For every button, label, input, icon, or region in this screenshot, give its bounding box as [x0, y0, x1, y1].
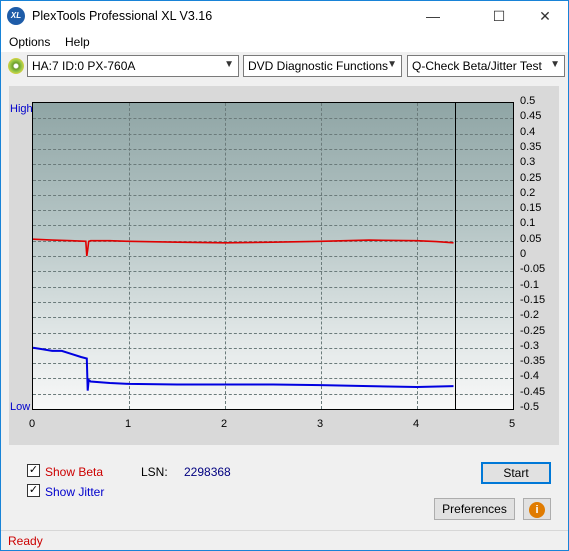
x-tick-label: 5	[509, 418, 516, 430]
function-select-value: DVD Diagnostic Functions	[248, 59, 389, 73]
y-tick-label: -0.05	[520, 263, 546, 276]
y-tick-label: -0.1	[520, 278, 539, 291]
info-icon: i	[529, 502, 545, 518]
x-tick-label: 2	[221, 418, 228, 430]
y-tick-label: 0.05	[520, 232, 542, 245]
show-beta-label[interactable]: Show Beta	[45, 465, 103, 479]
beta-series-line	[33, 238, 454, 257]
menu-help[interactable]: Help	[65, 35, 90, 49]
y-tick-label: 0.4	[520, 125, 536, 138]
chevron-down-icon: ▼	[387, 59, 397, 70]
start-button[interactable]: Start	[481, 462, 551, 484]
chevron-down-icon: ▼	[550, 59, 560, 70]
disc-drive-icon	[8, 58, 24, 74]
y-tick-label: -0.3	[520, 339, 539, 352]
y-tick-label: 0.45	[520, 110, 542, 123]
close-button[interactable]: ✕	[522, 1, 568, 32]
main-window: XL PlexTools Professional XL V3.16 — ☐ ✕…	[0, 0, 569, 551]
show-jitter-checkbox[interactable]: ✓	[27, 484, 40, 497]
function-select[interactable]: DVD Diagnostic Functions ▼	[243, 55, 402, 77]
jitter-series-line	[33, 346, 454, 391]
y-tick-label: -0.25	[520, 324, 546, 337]
menu-bar: Options Help	[1, 32, 568, 52]
show-beta-checkbox[interactable]: ✓	[27, 464, 40, 477]
y-tick-label: 0.5	[520, 95, 536, 107]
app-logo-icon: XL	[7, 7, 25, 25]
y-tick-label: 0.15	[520, 202, 542, 215]
y-tick-label: 0.1	[520, 217, 536, 230]
low-label: Low	[10, 401, 31, 413]
y-tick-label: 0.2	[520, 186, 536, 199]
status-text: Ready	[8, 534, 43, 548]
status-bar: Ready	[1, 530, 568, 550]
y-tick-label: -0.35	[520, 355, 546, 368]
lsn-label: LSN:	[141, 465, 168, 479]
y-tick-label: 0	[520, 248, 527, 260]
y-tick-label: -0.4	[520, 370, 539, 383]
y-tick-label: 0.35	[520, 140, 542, 153]
chart-svg	[33, 238, 454, 391]
drive-select[interactable]: HA:7 ID:0 PX-760A ▼	[27, 55, 239, 77]
test-select[interactable]: Q-Check Beta/Jitter Test ▼	[407, 55, 565, 77]
drive-select-value: HA:7 ID:0 PX-760A	[32, 59, 136, 73]
high-label: High	[10, 103, 33, 115]
chevron-down-icon: ▼	[224, 59, 234, 70]
y-tick-label: 0.3	[520, 156, 536, 169]
title-bar: XL PlexTools Professional XL V3.16 — ☐ ✕	[1, 1, 568, 32]
y-tick-label: 0.25	[520, 171, 542, 184]
x-tick-label: 3	[317, 418, 324, 430]
test-select-value: Q-Check Beta/Jitter Test	[412, 59, 542, 73]
lsn-value: 2298368	[184, 465, 231, 479]
y-tick-label: -0.2	[520, 309, 539, 322]
y-tick-label: -0.45	[520, 385, 546, 398]
minimize-button[interactable]: —	[410, 1, 456, 32]
menu-options[interactable]: Options	[9, 35, 50, 49]
x-tick-label: 1	[125, 418, 132, 430]
info-button[interactable]: i	[523, 498, 551, 520]
window-title: PlexTools Professional XL V3.16	[32, 9, 213, 23]
x-tick-label: 0	[29, 418, 36, 430]
beta-jitter-plot	[32, 102, 514, 410]
y-tick-label: -0.15	[520, 293, 546, 306]
x-tick-label: 4	[413, 418, 420, 430]
show-jitter-label[interactable]: Show Jitter	[45, 485, 104, 499]
maximize-button[interactable]: ☐	[476, 1, 522, 32]
preferences-button[interactable]: Preferences	[434, 498, 515, 520]
y-tick-label: -0.5	[520, 401, 539, 413]
